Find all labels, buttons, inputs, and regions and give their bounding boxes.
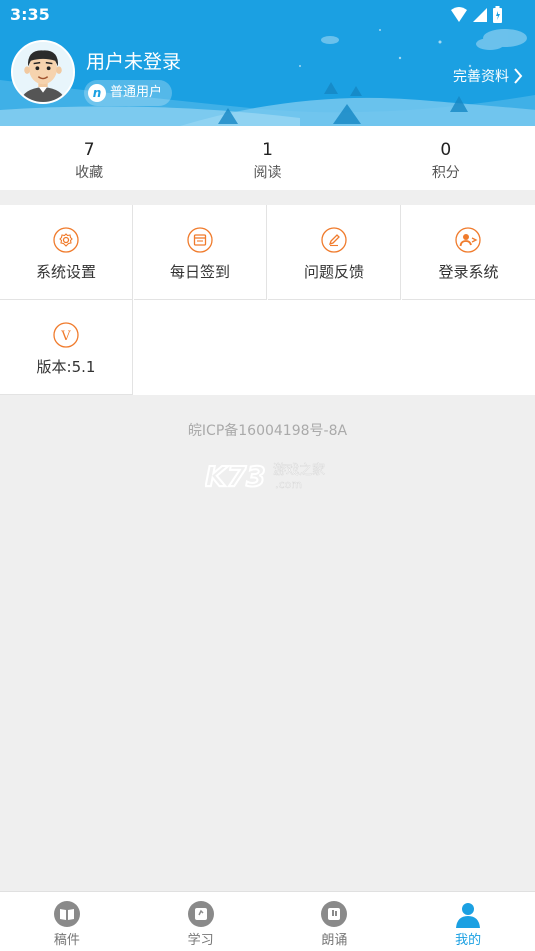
stat-value: 0 bbox=[440, 140, 452, 160]
recite-icon bbox=[321, 901, 348, 927]
nav-label: 稿件 bbox=[53, 933, 80, 948]
svg-text:.com: .com bbox=[275, 478, 302, 491]
profile-header: 3:35 用户未登录 n 普通用户 完善资料 bbox=[0, 0, 535, 126]
stat-label: 阅读 bbox=[253, 165, 282, 181]
version-icon: V bbox=[53, 322, 79, 348]
grid-item-label: 问题反馈 bbox=[303, 263, 364, 281]
svg-text:V: V bbox=[60, 329, 71, 344]
stats-bar: 7 收藏 1 阅读 0 积分 bbox=[0, 126, 535, 190]
book-icon bbox=[53, 901, 80, 927]
avatar-illustration bbox=[13, 42, 73, 102]
grid-item-feedback[interactable]: 问题反馈 bbox=[268, 205, 401, 300]
bottom-navigation: 稿件 学习 朗诵 我的 bbox=[0, 891, 535, 951]
nav-item-study[interactable]: 学习 bbox=[134, 892, 268, 951]
calendar-icon bbox=[187, 227, 213, 253]
stat-points[interactable]: 0 积分 bbox=[357, 126, 535, 190]
nav-label: 我的 bbox=[455, 933, 482, 948]
user-login-icon bbox=[455, 227, 481, 253]
complete-profile-link[interactable]: 完善资料 bbox=[453, 66, 523, 86]
stat-value: 1 bbox=[262, 140, 273, 160]
pencil-icon bbox=[321, 227, 347, 253]
grid-item-version[interactable]: V 版本:5.1 bbox=[0, 300, 133, 395]
nav-label: 学习 bbox=[187, 933, 214, 948]
avatar[interactable] bbox=[11, 40, 75, 104]
function-grid: 系统设置 每日签到 问题反馈 登录系统 V 版本:5.1 bbox=[0, 205, 535, 395]
nav-item-manuscripts[interactable]: 稿件 bbox=[0, 892, 134, 951]
wifi-icon bbox=[451, 7, 467, 22]
stat-favorites[interactable]: 7 收藏 bbox=[0, 126, 178, 190]
status-time: 3:35 bbox=[10, 5, 50, 24]
person-icon bbox=[456, 903, 481, 928]
grid-item-login[interactable]: 登录系统 bbox=[402, 205, 535, 300]
grid-item-label: 系统设置 bbox=[35, 263, 96, 281]
grid-item-system-settings[interactable]: 系统设置 bbox=[0, 205, 133, 300]
stat-reads[interactable]: 1 阅读 bbox=[178, 126, 356, 190]
grid-item-label: 每日签到 bbox=[169, 263, 230, 281]
member-level-icon: n bbox=[88, 84, 106, 102]
user-level-badge: n 普通用户 bbox=[84, 80, 173, 106]
status-icons bbox=[451, 6, 502, 23]
chevron-right-icon bbox=[514, 68, 523, 84]
icp-license-text: 皖ICP备16004198号-8A bbox=[187, 423, 348, 439]
nav-item-recite[interactable]: 朗诵 bbox=[268, 892, 402, 951]
grid-item-daily-checkin[interactable]: 每日签到 bbox=[134, 205, 267, 300]
user-level-label: 普通用户 bbox=[110, 85, 163, 100]
stat-label: 积分 bbox=[431, 165, 460, 181]
k73-watermark-logo: K73 游戏之家 .com bbox=[205, 459, 325, 494]
stat-value: 7 bbox=[83, 140, 95, 160]
nav-item-mine[interactable]: 我的 bbox=[401, 892, 535, 951]
complete-profile-label: 完善资料 bbox=[453, 69, 509, 85]
svg-text:游戏之家: 游戏之家 bbox=[273, 462, 325, 478]
grid-item-label: 版本:5.1 bbox=[36, 358, 96, 376]
nav-label: 朗诵 bbox=[321, 933, 348, 948]
stat-label: 收藏 bbox=[75, 165, 104, 181]
grid-item-label: 登录系统 bbox=[438, 263, 499, 281]
username[interactable]: 用户未登录 bbox=[86, 47, 181, 74]
signal-icon bbox=[473, 8, 487, 22]
gear-icon bbox=[53, 227, 79, 253]
svg-text:K73: K73 bbox=[205, 460, 266, 493]
status-bar: 3:35 bbox=[0, 0, 535, 30]
study-icon bbox=[187, 901, 214, 927]
